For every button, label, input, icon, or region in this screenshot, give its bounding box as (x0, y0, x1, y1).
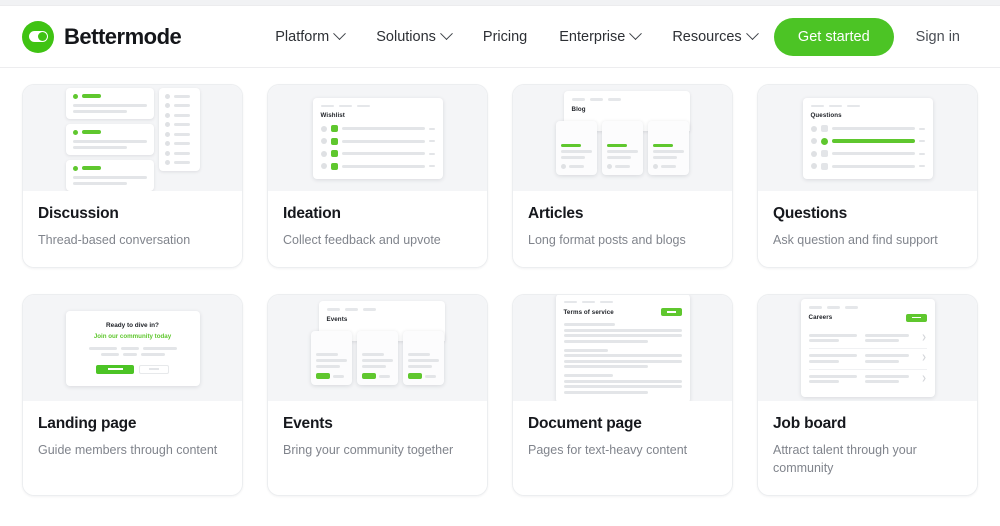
sign-in-button[interactable]: Sign in (898, 19, 978, 55)
card-body: Landing page Guide members through conte… (23, 401, 242, 496)
chevron-right-icon: ❯ (921, 355, 927, 362)
thumb-panel-title: Terms of service (563, 308, 614, 316)
thumb-panel-title: Wishlist (320, 112, 345, 119)
thumb-paragraph (563, 348, 682, 369)
thumb-sidebar (158, 87, 200, 171)
card-subtitle: Thread-based conversation (38, 233, 191, 247)
thumb-primary-cta (96, 364, 134, 374)
nav-label: Pricing (482, 28, 528, 45)
card-job-board[interactable]: Careers ❯ ❯ ❯ Job board Attract talent t… (757, 294, 978, 497)
nav-label: Resources (672, 28, 742, 45)
thumb-article-card (601, 121, 643, 175)
thumbnail-landing-page: Ready to dive in? Join our community tod… (23, 295, 242, 402)
bettermode-logo-icon (22, 20, 54, 53)
thumb-job-row: ❯ (808, 329, 927, 350)
thumb-event-card (402, 331, 444, 386)
card-title: Landing page (38, 415, 137, 433)
card-document-page[interactable]: Terms of service Document page Pages for… (512, 294, 733, 497)
card-title: Document page (528, 415, 642, 433)
thumb-event-card (356, 331, 398, 386)
thumbnail-articles: Blog (513, 85, 732, 191)
thumb-panel-title: Events (326, 315, 348, 323)
card-subtitle: Long format posts and blogs (528, 233, 686, 247)
main-navigation: Platform Solutions Pricing Enterprise Re… (259, 21, 772, 53)
card-body: Document page Pages for text-heavy conte… (513, 401, 732, 496)
card-discussion[interactable]: Discussion Thread-based conversation (22, 84, 243, 269)
thumb-article-card (555, 121, 597, 175)
content-type-grid: Discussion Thread-based conversation Wis… (0, 68, 1000, 497)
thumb-panel-title: Questions (810, 112, 842, 119)
toggle-knob (37, 32, 47, 41)
card-body: Articles Long format posts and blogs (513, 191, 732, 268)
chevron-down-icon (629, 27, 643, 41)
card-subtitle: Ask question and find support (773, 233, 938, 247)
card-articles[interactable]: Blog Articles Long format posts and blog… (512, 84, 733, 269)
card-title: Ideation (283, 205, 341, 222)
card-questions[interactable]: Questions Questions Ask question and fin… (757, 84, 978, 269)
thumb-action-button (660, 308, 682, 317)
thumb-post (65, 159, 154, 191)
thumb-paragraph (563, 323, 682, 343)
thumb-article-card (647, 121, 689, 175)
get-started-button[interactable]: Get started (773, 17, 894, 56)
nav-item-enterprise[interactable]: Enterprise (543, 21, 656, 53)
card-events[interactable]: Events Events Bring your community toget… (267, 294, 488, 497)
chevron-down-icon (333, 27, 347, 41)
nav-item-resources[interactable]: Resources (656, 21, 772, 53)
card-subtitle: Bring your community together (283, 443, 454, 458)
card-landing-page[interactable]: Ready to dive in? Join our community tod… (22, 294, 243, 497)
nav-item-platform[interactable]: Platform (259, 21, 360, 53)
nav-item-pricing[interactable]: Pricing (467, 21, 543, 53)
nav-item-solutions[interactable]: Solutions (360, 21, 467, 53)
chevron-right-icon: ❯ (921, 375, 927, 382)
card-ideation[interactable]: Wishlist Ideation Collect feedback and u… (267, 84, 488, 269)
chevron-down-icon (745, 27, 759, 41)
card-body: Questions Ask question and find support (758, 191, 977, 268)
thumb-secondary-cta (139, 364, 169, 374)
card-title: Articles (528, 205, 584, 222)
card-subtitle: Pages for text-heavy content (528, 443, 688, 458)
thumb-job-row: ❯ (808, 370, 927, 390)
toggle-glyph (28, 31, 48, 42)
thumbnail-discussion (23, 85, 242, 191)
card-subtitle: Collect feedback and upvote (283, 233, 441, 247)
nav-label: Enterprise (559, 28, 626, 45)
thumbnail-questions: Questions (758, 85, 977, 191)
nav-label: Solutions (376, 28, 436, 45)
thumb-post (65, 123, 154, 155)
thumb-landing-subheading: Join our community today (93, 332, 172, 340)
card-title: Events (283, 415, 333, 433)
thumbnail-document-page: Terms of service (513, 295, 732, 402)
site-header: Bettermode Platform Solutions Pricing En… (0, 6, 1000, 68)
card-body: Job board Attract talent through your co… (758, 401, 977, 496)
card-title: Questions (773, 205, 847, 222)
thumbnail-ideation: Wishlist (268, 85, 487, 191)
card-title: Discussion (38, 205, 119, 222)
brand-name: Bettermode (64, 23, 182, 49)
card-title: Job board (773, 415, 847, 433)
thumb-event-card (310, 331, 352, 386)
thumb-panel-title: Careers (808, 314, 833, 322)
thumb-post (65, 87, 154, 119)
card-body: Discussion Thread-based conversation (23, 191, 242, 268)
nav-label: Platform (275, 28, 330, 45)
thumbnail-events: Events (268, 295, 487, 402)
chevron-down-icon (440, 27, 453, 41)
thumb-panel-title: Blog (571, 105, 586, 113)
card-body: Events Bring your community together (268, 401, 487, 496)
thumb-action-button (905, 313, 927, 322)
card-subtitle: Guide members through content (38, 443, 218, 458)
card-subtitle: Attract talent through your community (773, 443, 917, 476)
thumb-job-row: ❯ (808, 349, 927, 370)
thumbnail-job-board: Careers ❯ ❯ ❯ (758, 295, 977, 402)
brand-logo[interactable]: Bettermode (22, 20, 182, 53)
header-actions: Get started Sign in (773, 17, 978, 56)
thumb-paragraph (563, 374, 682, 394)
thumb-landing-heading: Ready to dive in? (106, 321, 159, 329)
card-body: Ideation Collect feedback and upvote (268, 191, 487, 268)
chevron-right-icon: ❯ (921, 334, 927, 341)
